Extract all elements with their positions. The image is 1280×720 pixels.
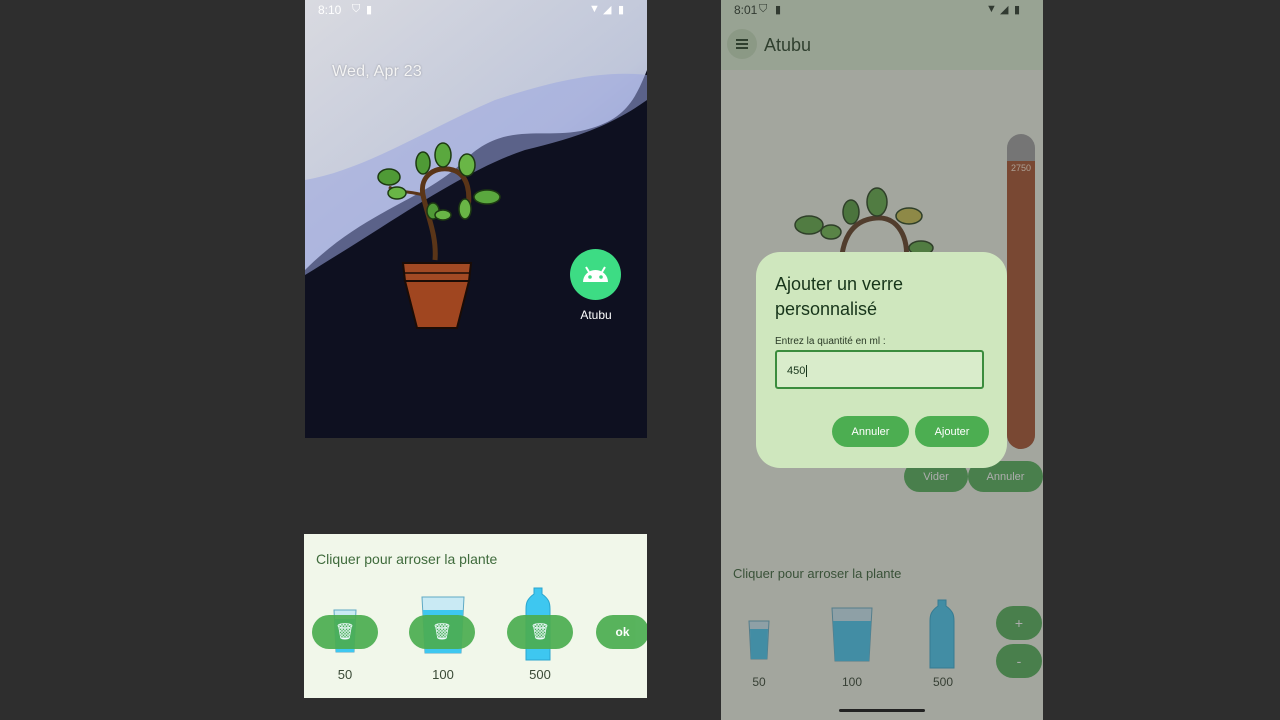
- trash-icon: 🗑: [334, 624, 356, 641]
- status-bar: 8:10 ⛉ ▮ ▼ ◢ ▮: [305, 0, 647, 20]
- home-screen: 8:10 ⛉ ▮ ▼ ◢ ▮ Wed, Apr 23 Atubu: [305, 0, 647, 438]
- trash-icon: 🗑: [529, 624, 551, 641]
- watering-sheet: Cliquer pour arroser la plante 🗑 🗑 🗑 ok …: [304, 534, 647, 698]
- sd-card-icon: ▮: [366, 4, 373, 16]
- quantity-input[interactable]: 450​: [775, 350, 984, 389]
- add-button[interactable]: Ajouter: [915, 416, 989, 447]
- signal-icon: ◢: [603, 4, 612, 16]
- shield-icon: ⛉: [352, 3, 361, 15]
- ok-button[interactable]: ok: [596, 615, 647, 649]
- wifi-icon: ▼: [589, 3, 600, 15]
- atubu-app-icon[interactable]: [570, 249, 621, 300]
- app-screen: 8:01 ⛉ ▮ ▼ ◢ ▮ Atubu 2750 Vider Annuler …: [721, 0, 1043, 720]
- trash-icon: 🗑: [431, 624, 453, 641]
- delete-500-button[interactable]: 🗑: [507, 615, 573, 649]
- volume-label-100: 100: [432, 667, 454, 682]
- text-cursor: ​: [806, 365, 808, 377]
- app-label: Atubu: [580, 308, 612, 322]
- quantity-input-value: 450: [787, 365, 806, 377]
- home-indicator[interactable]: [839, 709, 925, 712]
- android-icon: [583, 266, 608, 282]
- cancel-button[interactable]: Annuler: [832, 416, 909, 447]
- delete-100-button[interactable]: 🗑: [409, 615, 475, 649]
- custom-glass-dialog: Ajouter un verre personnalisé Entrez la …: [756, 252, 1007, 468]
- battery-icon: ▮: [618, 4, 625, 16]
- quantity-prompt: Entrez la quantité en ml :: [775, 336, 886, 347]
- plant-widget[interactable]: [375, 135, 515, 335]
- dialog-title: Ajouter un verre personnalisé: [775, 274, 904, 319]
- delete-50-button[interactable]: 🗑: [312, 615, 378, 649]
- lockscreen-date: Wed, Apr 23: [332, 63, 422, 80]
- status-time: 8:10: [318, 3, 342, 17]
- sheet-title: Cliquer pour arroser la plante: [316, 551, 498, 567]
- volume-label-50: 50: [337, 667, 353, 682]
- volume-label-500: 500: [529, 667, 551, 682]
